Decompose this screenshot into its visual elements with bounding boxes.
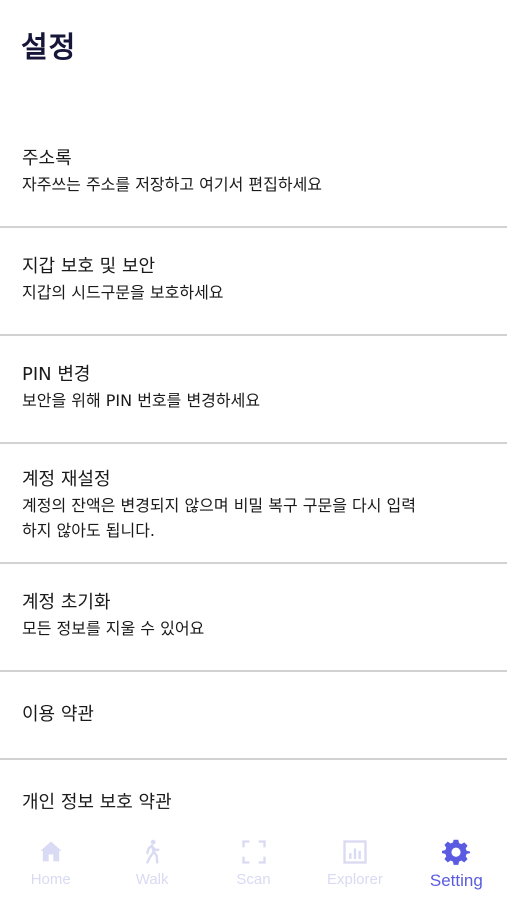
setting-reset-account[interactable]: 계정 재설정 계정의 잔액은 변경되지 않으며 비밀 복구 구문을 다시 입력 … [0, 444, 507, 564]
tab-label: Scan [236, 871, 271, 888]
setting-address-book[interactable]: 주소록 자주쓰는 주소를 저장하고 여기서 편집하세요 [0, 120, 507, 228]
tab-label: Walk [135, 871, 169, 888]
setting-title: 개인 정보 보호 약관 [22, 792, 172, 813]
setting-terms-of-use[interactable]: 이용 약관 [0, 672, 507, 760]
setting-title: 주소록 [22, 148, 72, 169]
tab-walk[interactable]: Walk [101, 824, 202, 900]
bottom-navigation: Home Walk Scan Explorer Setting [0, 824, 507, 900]
setting-description-line-1: 계정의 잔액은 변경되지 않으며 비밀 복구 구문을 다시 입력 [22, 496, 416, 515]
settings-list: 주소록 자주쓰는 주소를 저장하고 여기서 편집하세요 지갑 보호 및 보안 지… [0, 120, 507, 830]
setting-title: 계정 초기화 [22, 592, 111, 613]
tab-label: Home [30, 871, 71, 888]
setting-privacy-policy[interactable]: 개인 정보 보호 약관 [0, 760, 507, 830]
setting-description: 모든 정보를 지울 수 있어요 [22, 619, 205, 638]
setting-title: 지갑 보호 및 보안 [22, 256, 156, 277]
scan-icon [241, 840, 266, 864]
home-icon [40, 841, 62, 862]
tab-label: Explorer [326, 871, 383, 888]
tab-explorer[interactable]: Explorer [304, 824, 405, 900]
tab-setting[interactable]: Setting [406, 824, 507, 900]
tab-home[interactable]: Home [0, 824, 101, 900]
gear-icon [442, 839, 471, 865]
setting-initialize-account[interactable]: 계정 초기화 모든 정보를 지울 수 있어요 [0, 564, 507, 672]
settings-screen: 설정 주소록 자주쓰는 주소를 저장하고 여기서 편집하세요 지갑 보호 및 보… [0, 0, 507, 900]
setting-title: 계정 재설정 [22, 469, 111, 490]
setting-title: PIN 변경 [22, 364, 91, 385]
page-title: 설정 [21, 30, 77, 64]
tab-scan[interactable]: Scan [203, 824, 304, 900]
setting-description: 자주쓰는 주소를 저장하고 여기서 편집하세요 [22, 175, 323, 194]
setting-description: 지갑의 시드구문을 보호하세요 [22, 283, 224, 302]
tab-label: Setting [429, 871, 483, 890]
setting-title: 이용 약관 [22, 704, 94, 725]
setting-wallet-security[interactable]: 지갑 보호 및 보안 지갑의 시드구문을 보호하세요 [0, 228, 507, 336]
setting-change-pin[interactable]: PIN 변경 보안을 위해 PIN 번호를 변경하세요 [0, 336, 507, 444]
setting-description: 보안을 위해 PIN 번호를 변경하세요 [22, 391, 261, 410]
setting-description-line-2: 하지 않아도 됩니다. [22, 521, 156, 540]
explorer-icon [343, 840, 367, 864]
walk-icon [146, 839, 160, 864]
